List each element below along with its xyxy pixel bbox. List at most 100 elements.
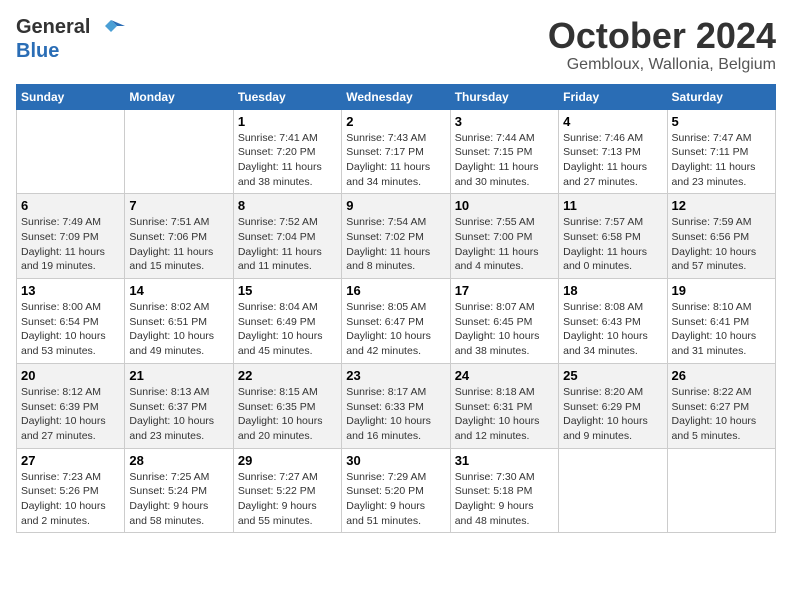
day-info: Sunrise: 7:52 AM Sunset: 7:04 PM Dayligh… (238, 215, 337, 274)
day-number: 15 (238, 283, 337, 298)
calendar-cell: 6 Sunrise: 7:49 AM Sunset: 7:09 PM Daylig… (17, 194, 125, 279)
calendar-cell: 16Sunrise: 8:05 AM Sunset: 6:47 PM Dayli… (342, 279, 450, 364)
calendar-cell: 25Sunrise: 8:20 AM Sunset: 6:29 PM Dayli… (559, 363, 667, 448)
day-number: 3 (455, 114, 554, 129)
day-info: Sunrise: 7:49 AM Sunset: 7:09 PM Dayligh… (21, 215, 120, 274)
day-info: Sunrise: 7:57 AM Sunset: 6:58 PM Dayligh… (563, 215, 662, 274)
logo-blue-text: Blue (16, 40, 59, 62)
calendar-cell: 20 Sunrise: 8:12 AM Sunset: 6:39 PM Dayli… (17, 363, 125, 448)
logo-bird-icon (97, 18, 125, 40)
day-number: 2 (346, 114, 445, 129)
calendar-cell: 10Sunrise: 7:55 AM Sunset: 7:00 PM Dayli… (450, 194, 558, 279)
day-number: 11 (563, 198, 662, 213)
day-number: 6 (21, 198, 120, 213)
day-number: 23 (346, 368, 445, 383)
day-number: 26 (672, 368, 771, 383)
weekday-header-row: SundayMondayTuesdayWednesdayThursdayFrid… (17, 84, 776, 109)
day-info: Sunrise: 8:10 AM Sunset: 6:41 PM Dayligh… (672, 300, 771, 359)
day-info: Sunrise: 8:15 AM Sunset: 6:35 PM Dayligh… (238, 385, 337, 444)
day-info: Sunrise: 7:29 AM Sunset: 5:20 PM Dayligh… (346, 470, 445, 529)
week-row-1: 1 Sunrise: 7:41 AM Sunset: 7:20 PM Daylig… (17, 109, 776, 194)
weekday-header-wednesday: Wednesday (342, 84, 450, 109)
calendar-cell: 9 Sunrise: 7:54 AM Sunset: 7:02 PM Daylig… (342, 194, 450, 279)
weekday-header-thursday: Thursday (450, 84, 558, 109)
day-info: Sunrise: 7:44 AM Sunset: 7:15 PM Dayligh… (455, 131, 554, 190)
day-number: 19 (672, 283, 771, 298)
calendar-cell: 19 Sunrise: 8:10 AM Sunset: 6:41 PM Dayli… (667, 279, 775, 364)
day-info: Sunrise: 7:23 AM Sunset: 5:26 PM Dayligh… (21, 470, 120, 529)
calendar-cell: 28 Sunrise: 7:25 AM Sunset: 5:24 PM Dayli… (125, 448, 233, 533)
week-row-2: 6 Sunrise: 7:49 AM Sunset: 7:09 PM Daylig… (17, 194, 776, 279)
calendar-cell: 21 Sunrise: 8:13 AM Sunset: 6:37 PM Dayli… (125, 363, 233, 448)
day-info: Sunrise: 7:27 AM Sunset: 5:22 PM Dayligh… (238, 470, 337, 529)
day-info: Sunrise: 8:22 AM Sunset: 6:27 PM Dayligh… (672, 385, 771, 444)
day-info: Sunrise: 8:17 AM Sunset: 6:33 PM Dayligh… (346, 385, 445, 444)
day-info: Sunrise: 7:41 AM Sunset: 7:20 PM Dayligh… (238, 131, 337, 190)
calendar-cell: 23 Sunrise: 8:17 AM Sunset: 6:33 PM Dayli… (342, 363, 450, 448)
calendar-cell: 8 Sunrise: 7:52 AM Sunset: 7:04 PM Daylig… (233, 194, 341, 279)
day-number: 22 (238, 368, 337, 383)
calendar-cell: 12 Sunrise: 7:59 AM Sunset: 6:56 PM Dayli… (667, 194, 775, 279)
day-info: Sunrise: 8:02 AM Sunset: 6:51 PM Dayligh… (129, 300, 228, 359)
weekday-header-monday: Monday (125, 84, 233, 109)
location-title: Gembloux, Wallonia, Belgium (548, 56, 776, 74)
weekday-header-saturday: Saturday (667, 84, 775, 109)
calendar-cell: 2 Sunrise: 7:43 AM Sunset: 7:17 PM Daylig… (342, 109, 450, 194)
weekday-header-sunday: Sunday (17, 84, 125, 109)
calendar-cell (17, 109, 125, 194)
page-header: General Blue October 2024 Gembloux, Wall… (16, 16, 776, 74)
calendar-table: SundayMondayTuesdayWednesdayThursdayFrid… (16, 84, 776, 534)
calendar-cell: 30 Sunrise: 7:29 AM Sunset: 5:20 PM Dayli… (342, 448, 450, 533)
calendar-cell (559, 448, 667, 533)
calendar-cell (667, 448, 775, 533)
day-info: Sunrise: 7:25 AM Sunset: 5:24 PM Dayligh… (129, 470, 228, 529)
week-row-3: 13 Sunrise: 8:00 AM Sunset: 6:54 PM Dayli… (17, 279, 776, 364)
calendar-cell: 15 Sunrise: 8:04 AM Sunset: 6:49 PM Dayli… (233, 279, 341, 364)
day-info: Sunrise: 7:51 AM Sunset: 7:06 PM Dayligh… (129, 215, 228, 274)
day-number: 16 (346, 283, 445, 298)
week-row-5: 27Sunrise: 7:23 AM Sunset: 5:26 PM Dayli… (17, 448, 776, 533)
day-number: 1 (238, 114, 337, 129)
day-number: 17 (455, 283, 554, 298)
day-info: Sunrise: 8:07 AM Sunset: 6:45 PM Dayligh… (455, 300, 554, 359)
day-number: 30 (346, 453, 445, 468)
weekday-header-tuesday: Tuesday (233, 84, 341, 109)
day-info: Sunrise: 7:54 AM Sunset: 7:02 PM Dayligh… (346, 215, 445, 274)
day-info: Sunrise: 8:13 AM Sunset: 6:37 PM Dayligh… (129, 385, 228, 444)
day-info: Sunrise: 8:04 AM Sunset: 6:49 PM Dayligh… (238, 300, 337, 359)
day-number: 28 (129, 453, 228, 468)
calendar-cell: 1 Sunrise: 7:41 AM Sunset: 7:20 PM Daylig… (233, 109, 341, 194)
day-number: 13 (21, 283, 120, 298)
calendar-cell: 24Sunrise: 8:18 AM Sunset: 6:31 PM Dayli… (450, 363, 558, 448)
calendar-cell: 18Sunrise: 8:08 AM Sunset: 6:43 PM Dayli… (559, 279, 667, 364)
month-title: October 2024 (548, 16, 776, 56)
calendar-cell: 11 Sunrise: 7:57 AM Sunset: 6:58 PM Dayli… (559, 194, 667, 279)
day-number: 25 (563, 368, 662, 383)
day-number: 5 (672, 114, 771, 129)
logo-general-text: General (16, 16, 125, 40)
day-info: Sunrise: 7:30 AM Sunset: 5:18 PM Dayligh… (455, 470, 554, 529)
day-info: Sunrise: 7:59 AM Sunset: 6:56 PM Dayligh… (672, 215, 771, 274)
day-info: Sunrise: 8:00 AM Sunset: 6:54 PM Dayligh… (21, 300, 120, 359)
day-number: 21 (129, 368, 228, 383)
day-info: Sunrise: 8:12 AM Sunset: 6:39 PM Dayligh… (21, 385, 120, 444)
day-number: 31 (455, 453, 554, 468)
day-number: 18 (563, 283, 662, 298)
title-block: October 2024 Gembloux, Wallonia, Belgium (548, 16, 776, 74)
day-number: 8 (238, 198, 337, 213)
day-number: 29 (238, 453, 337, 468)
day-number: 20 (21, 368, 120, 383)
calendar-cell: 17 Sunrise: 8:07 AM Sunset: 6:45 PM Dayli… (450, 279, 558, 364)
calendar-cell: 7 Sunrise: 7:51 AM Sunset: 7:06 PM Daylig… (125, 194, 233, 279)
day-number: 7 (129, 198, 228, 213)
logo: General Blue (16, 16, 125, 63)
calendar-cell: 26 Sunrise: 8:22 AM Sunset: 6:27 PM Dayli… (667, 363, 775, 448)
day-number: 9 (346, 198, 445, 213)
calendar-cell: 4Sunrise: 7:46 AM Sunset: 7:13 PM Daylig… (559, 109, 667, 194)
day-number: 24 (455, 368, 554, 383)
calendar-cell: 29 Sunrise: 7:27 AM Sunset: 5:22 PM Dayli… (233, 448, 341, 533)
day-info: Sunrise: 7:43 AM Sunset: 7:17 PM Dayligh… (346, 131, 445, 190)
day-number: 12 (672, 198, 771, 213)
week-row-4: 20 Sunrise: 8:12 AM Sunset: 6:39 PM Dayli… (17, 363, 776, 448)
calendar-cell: 14Sunrise: 8:02 AM Sunset: 6:51 PM Dayli… (125, 279, 233, 364)
